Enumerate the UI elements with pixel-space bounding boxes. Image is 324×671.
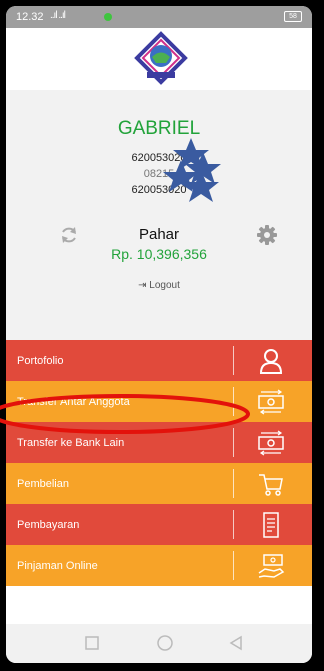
menu-divider — [233, 346, 234, 375]
cart-icon — [259, 474, 283, 496]
account-number: 620053020 — [131, 184, 187, 196]
loan-icon — [258, 554, 285, 578]
recent-apps-icon[interactable] — [84, 635, 100, 651]
menu-item-label: Transfer ke Bank Lain — [17, 437, 125, 449]
signal-icon: ..ıl ..ıl — [50, 10, 66, 21]
status-time: 12.32 — [16, 11, 44, 23]
logout-label: Logout — [149, 280, 180, 291]
highlight-ellipse-annotation — [0, 394, 250, 434]
gear-icon[interactable] — [256, 224, 278, 246]
menu-item-pinjaman-online[interactable]: Pinjaman Online — [6, 545, 312, 586]
member-phone: 08215 — [143, 168, 175, 180]
home-icon[interactable] — [156, 634, 174, 652]
back-icon[interactable] — [228, 635, 244, 651]
logout-link[interactable]: ⇥ Logout — [6, 280, 312, 291]
money-transfer-icon — [258, 430, 284, 456]
receipt-icon — [263, 512, 279, 538]
menu-item-label: Portofolio — [17, 355, 64, 367]
menu-divider — [233, 469, 234, 498]
logout-icon: ⇥ — [138, 280, 150, 291]
menu-divider — [233, 510, 234, 539]
profile-panel: GABRIEL 620053020 08215 620053020 Pahar … — [6, 90, 312, 340]
menu-item-portofolio[interactable]: Portofolio — [6, 340, 312, 381]
menu-item-label: Pembayaran — [17, 519, 80, 531]
money-transfer-icon — [258, 389, 284, 415]
notification-dot-icon — [104, 13, 112, 21]
redaction-stars — [163, 138, 221, 202]
system-nav-bar — [6, 624, 312, 663]
app-screen: 12.32 ..ıl ..ıl 58 GABRIEL 620053020 082… — [6, 6, 312, 663]
battery-icon: 58 — [284, 11, 302, 22]
user-icon — [259, 349, 283, 374]
header — [6, 28, 312, 90]
balance-amount: Rp. 10,396,356 — [111, 246, 207, 262]
cooperative-logo — [134, 31, 188, 85]
member-number: 620053020 — [131, 152, 187, 164]
menu-item-pembayaran[interactable]: Pembayaran — [6, 504, 312, 545]
member-name: GABRIEL — [117, 118, 201, 139]
menu-item-pembelian[interactable]: Pembelian — [6, 463, 312, 504]
status-bar: 12.32 ..ıl ..ıl 58 — [6, 6, 312, 28]
menu-item-label: Pembelian — [17, 478, 69, 490]
menu-item-label: Pinjaman Online — [17, 560, 98, 572]
menu-divider — [233, 551, 234, 580]
